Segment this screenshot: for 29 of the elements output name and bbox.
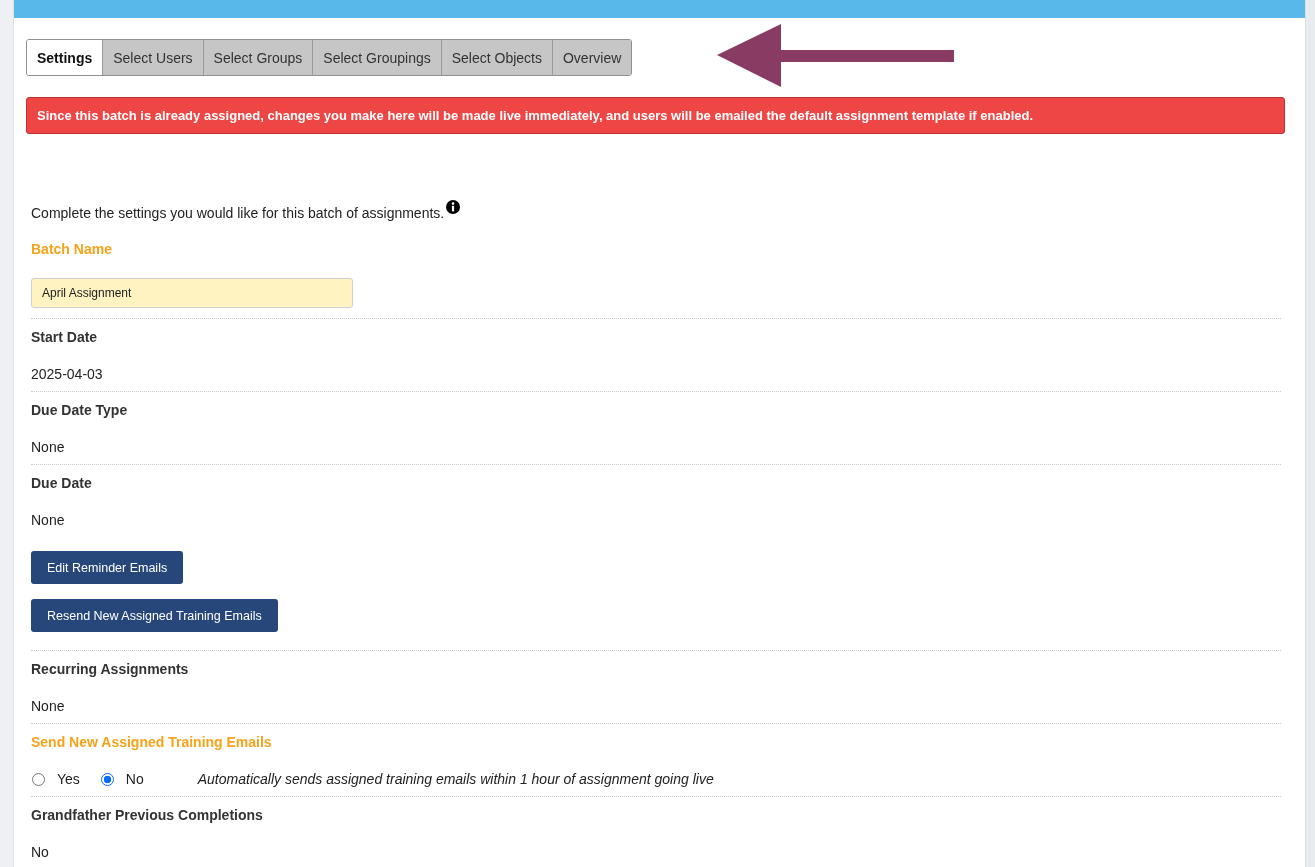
field-value: None (31, 697, 65, 716)
field-value: No (31, 843, 49, 862)
text-input-field[interactable]: April Assignment (31, 278, 353, 308)
field-label: Grandfather Previous Completions (31, 806, 263, 825)
email-action-button[interactable]: Resend New Assigned Training Emails (31, 599, 278, 632)
help-text: Automatically sends assigned training emails within 1 hour of assignment going live (197, 770, 714, 789)
field-value: 2025-04-03 (31, 365, 103, 384)
radio-button[interactable] (32, 772, 45, 786)
field-label: Start Date (31, 328, 98, 347)
radio-label[interactable]: Yes (57, 768, 80, 790)
field-label: Send New Assigned Training Emails (31, 733, 272, 752)
field-label: Batch Name (31, 240, 112, 259)
field-value: None (31, 511, 65, 530)
field-value: None (31, 438, 65, 457)
tab[interactable]: Select Groupings (313, 40, 442, 75)
radio-button[interactable] (100, 772, 114, 786)
field-label: Recurring Assignments (31, 660, 189, 679)
tab[interactable]: Select Objects (441, 40, 553, 75)
tab[interactable]: Settings (27, 40, 104, 75)
radio-label[interactable]: No (125, 768, 144, 790)
tab[interactable]: Select Groups (203, 40, 314, 75)
field-label: Due Date Type (31, 401, 128, 420)
intro-text: Complete the settings you would like for this batch of assignments. (31, 205, 445, 221)
tab[interactable]: Select Users (103, 40, 204, 75)
info-icon[interactable] (446, 200, 461, 214)
field-label: Due Date (31, 474, 92, 493)
tab[interactable]: Overview (553, 40, 632, 75)
alert-banner: Since this batch is already assigned, changes you make here will be made live immediately, and users will be emailed the default assignment template if enabled. (26, 97, 1285, 134)
email-action-button[interactable]: Edit Reminder Emails (31, 551, 184, 584)
